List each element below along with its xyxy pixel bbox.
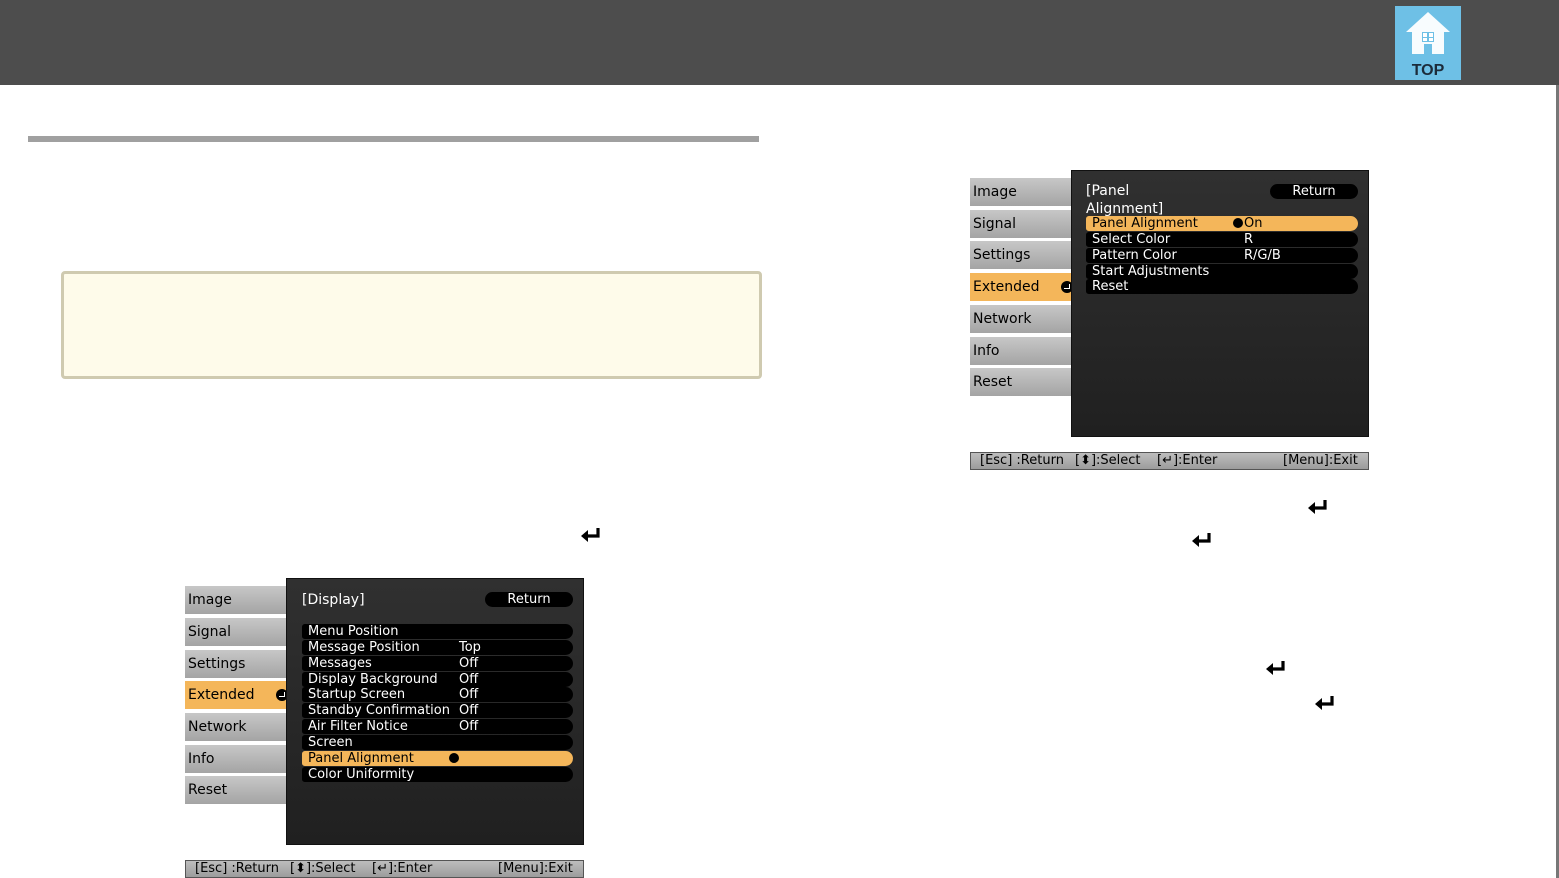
panel-title: [Display] (302, 592, 365, 608)
menu-footer: [Esc] :Return [⬍]:Select [↵]:Enter [Menu… (970, 452, 1369, 470)
note-box (61, 271, 762, 379)
menu-row-label: Screen (308, 734, 353, 750)
panel-title: [Panel Alignment] (1086, 183, 1164, 217)
enter-key-icon (1192, 533, 1211, 547)
menu-tab-signal[interactable]: Signal (970, 210, 1077, 238)
menu-row-value: Top (459, 639, 481, 655)
menu-row-value: On (1244, 216, 1263, 231)
menu-row-value: R (1244, 231, 1254, 247)
menu-tab-image[interactable]: Image (185, 586, 292, 614)
menu-row[interactable]: Startup Screen Off (302, 687, 573, 703)
menu-tab-extended-label: Extended (973, 279, 1040, 295)
enter-key-icon (1315, 696, 1334, 710)
menu-row[interactable]: Panel Alignment On (1086, 216, 1358, 231)
menu-row-value: Off (459, 655, 479, 671)
menu-row-label: Panel Alignment (308, 750, 414, 766)
top-button-label: TOP (1411, 62, 1445, 79)
menu-row[interactable]: Standby Confirmation Off (302, 703, 573, 719)
menu-tab-signal[interactable]: Signal (185, 618, 292, 646)
menu-row[interactable]: Message Position Top (302, 639, 573, 655)
menu-row-label: Message Position (308, 639, 420, 655)
footer-exit-hint: [Menu]:Exit (1283, 453, 1358, 468)
menu-row[interactable]: Pattern Color R/G/B (1086, 247, 1358, 263)
enter-icon (449, 752, 459, 763)
menu-row[interactable]: Reset (1086, 279, 1358, 295)
menu-tab-image[interactable]: Image (970, 178, 1077, 206)
menu-tab-network[interactable]: Network (970, 305, 1077, 333)
footer-enter-hint: [↵]:Enter (372, 861, 433, 876)
return-button[interactable]: Return (1270, 184, 1358, 199)
page-header-bar (0, 0, 1559, 85)
menu-tab-extended[interactable]: Extended (970, 273, 1077, 301)
menu-row-label: Display Background (308, 671, 438, 687)
footer-select-hint: [⬍]:Select (290, 861, 356, 876)
menu-row-label: Pattern Color (1092, 247, 1177, 263)
menu-tab-info[interactable]: Info (970, 337, 1077, 365)
menu-tab-settings[interactable]: Settings (970, 241, 1077, 269)
enter-key-icon (1308, 500, 1327, 514)
menu-tab-network[interactable]: Network (185, 713, 292, 741)
footer-esc-hint: [Esc] :Return (980, 453, 1064, 468)
enter-key-icon (1266, 661, 1285, 675)
menu-tab-settings[interactable]: Settings (185, 650, 292, 678)
menu-row[interactable]: Display Background Off (302, 671, 573, 687)
menu-row[interactable]: Menu Position (302, 624, 573, 639)
section-divider (28, 136, 759, 142)
menu-tab-reset[interactable]: Reset (185, 776, 292, 804)
menu-row-value: Off (459, 703, 479, 719)
menu-row-label: Select Color (1092, 231, 1171, 247)
menu-row-label: Start Adjustments (1092, 263, 1210, 279)
footer-exit-hint: [Menu]:Exit (498, 861, 573, 876)
menu-row[interactable]: Select Color R (1086, 231, 1358, 247)
enter-icon (1233, 218, 1243, 228)
menu-row-label: Air Filter Notice (308, 719, 408, 735)
menu-row[interactable]: Start Adjustments (1086, 263, 1358, 279)
menu-row[interactable]: Color Uniformity (302, 766, 573, 782)
menu-tab-info[interactable]: Info (185, 745, 292, 773)
enter-key-icon (581, 528, 600, 542)
menu-row[interactable]: Panel Alignment (302, 750, 573, 766)
menu-row[interactable]: Screen (302, 734, 573, 750)
top-button[interactable]: TOP (1395, 6, 1461, 80)
menu-row[interactable]: Air Filter Notice Off (302, 719, 573, 735)
footer-esc-hint: [Esc] :Return (195, 861, 279, 876)
return-button[interactable]: Return (485, 592, 573, 607)
menu-row-value: R/G/B (1244, 247, 1281, 263)
menu-footer: [Esc] :Return [⬍]:Select [↵]:Enter [Menu… (185, 860, 584, 878)
menu-row-value: Off (459, 719, 479, 735)
menu-row-label: Messages (308, 655, 372, 671)
menu-tab-extended-label: Extended (188, 687, 255, 703)
menu-row-label: Menu Position (308, 624, 399, 639)
footer-select-hint: [⬍]:Select (1075, 453, 1141, 468)
menu-row-value: Off (459, 687, 479, 703)
menu-row-label: Startup Screen (308, 687, 406, 703)
menu-row[interactable]: Messages Off (302, 655, 573, 671)
menu-tab-extended[interactable]: Extended (185, 681, 292, 709)
home-icon (1406, 12, 1450, 54)
menu-row-value: Off (459, 671, 479, 687)
footer-enter-hint: [↵]:Enter (1157, 453, 1218, 468)
menu-row-label: Panel Alignment (1092, 216, 1198, 231)
menu-row-label: Reset (1092, 279, 1129, 295)
menu-tab-reset[interactable]: Reset (970, 368, 1077, 396)
menu-row-label: Color Uniformity (308, 766, 415, 782)
menu-row-label: Standby Confirmation (308, 703, 450, 719)
